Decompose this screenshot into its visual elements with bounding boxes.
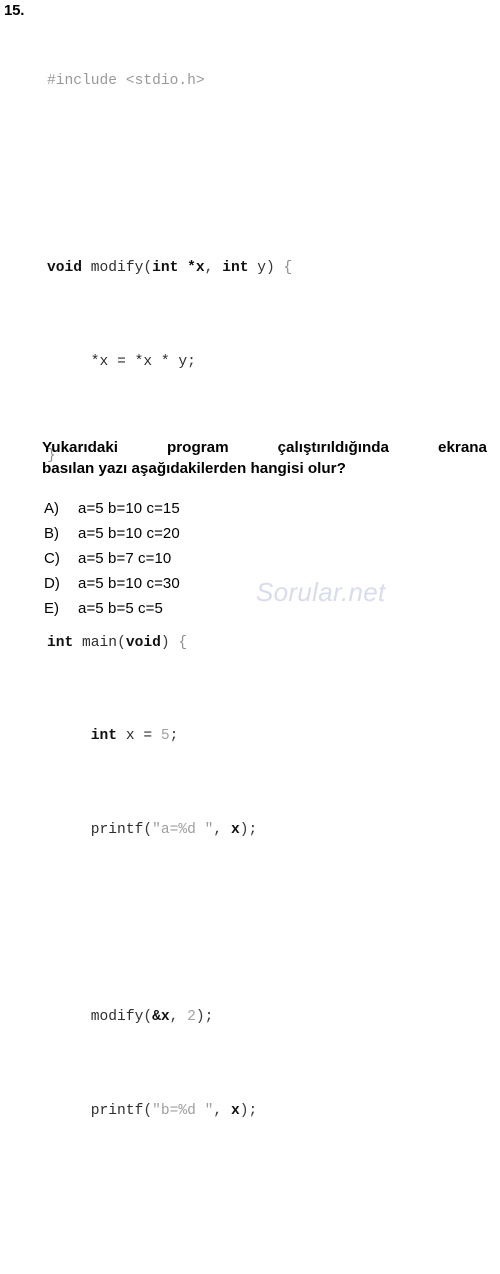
question-prompt: Yukarıdaki program çalıştırıldığında ekr… [42, 437, 487, 479]
code-line: printf("b=%d ", x); [47, 1102, 258, 1119]
option-d-text: a=5 b=10 c=30 [78, 575, 180, 592]
answer-options: A) a=5 b=10 c=15 B) a=5 b=10 c=20 C) a=5… [44, 500, 464, 625]
option-c-text: a=5 b=7 c=10 [78, 550, 172, 567]
code-line: printf("a=%d ", x); [47, 822, 258, 839]
question-prompt-line2: basılan yazı aşağıdakilerden hangisi olu… [42, 460, 346, 477]
code-line: int main(void) { [47, 634, 188, 651]
option-a-text: a=5 b=10 c=15 [78, 500, 180, 517]
code-line: void modify(int *x, int y) { [47, 260, 293, 277]
option-e-letter: E) [44, 600, 59, 617]
question-prompt-line1: Yukarıdaki program çalıştırıldığında ekr… [42, 439, 487, 456]
option-c[interactable]: C) a=5 b=7 c=10 [44, 550, 464, 575]
option-e-text: a=5 b=5 c=5 [78, 600, 163, 617]
option-a-letter: A) [44, 500, 59, 517]
option-d[interactable]: D) a=5 b=10 c=30 [44, 575, 464, 600]
code-line: *x = *x * y; [47, 354, 196, 371]
option-b-text: a=5 b=10 c=20 [78, 525, 180, 542]
option-d-letter: D) [44, 575, 60, 592]
option-e[interactable]: E) a=5 b=5 c=5 [44, 600, 464, 625]
code-token-preprocessor: #include <stdio.h> [47, 73, 205, 90]
code-line: #include <stdio.h> [47, 70, 487, 93]
question-page: 15. #include <stdio.h> void modify(int *… [0, 0, 500, 1119]
code-line: modify(&x, 2); [47, 1009, 214, 1026]
question-number: 15. [4, 2, 25, 19]
option-b-letter: B) [44, 525, 59, 542]
code-token-keyword: void [47, 260, 83, 277]
option-a[interactable]: A) a=5 b=10 c=15 [44, 500, 464, 525]
option-b[interactable]: B) a=5 b=10 c=20 [44, 525, 464, 550]
code-line: int x = 5; [47, 728, 179, 745]
code-block: #include <stdio.h> void modify(int *x, i… [47, 0, 487, 1274]
option-c-letter: C) [44, 550, 60, 567]
